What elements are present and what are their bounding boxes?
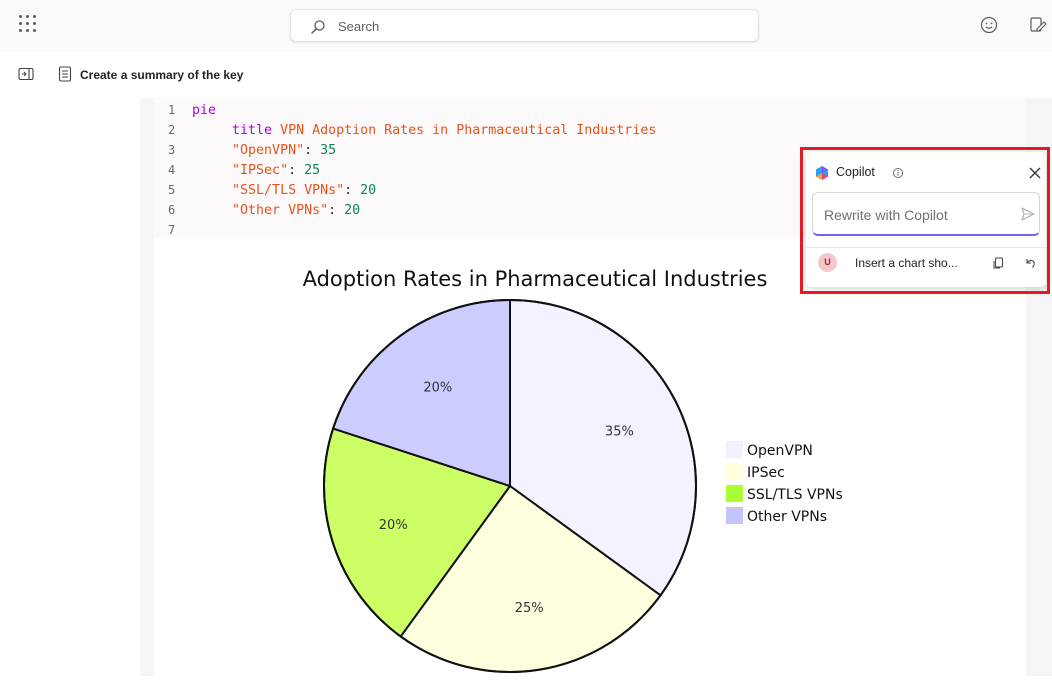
divider bbox=[806, 247, 1046, 248]
code-value: 35 bbox=[320, 143, 337, 158]
search-icon bbox=[311, 20, 325, 34]
line-number: 5 bbox=[168, 183, 176, 197]
copy-icon[interactable] bbox=[992, 256, 1006, 270]
code-key: "IPSec" bbox=[232, 163, 289, 178]
copilot-header: Copilot bbox=[814, 164, 1042, 182]
legend-label: IPSec bbox=[747, 465, 785, 481]
feedback-smiley-icon[interactable] bbox=[978, 14, 1000, 36]
history-prompt-text: Insert a chart sho... bbox=[855, 256, 958, 270]
code-title-text: VPN Adoption Rates in Pharmaceutical Ind… bbox=[280, 123, 657, 138]
code-line: 4 "IPSec": 25 bbox=[168, 160, 656, 180]
legend-label: SSL/TLS VPNs bbox=[747, 487, 843, 503]
copilot-input-placeholder: Rewrite with Copilot bbox=[824, 207, 948, 223]
code-key: "SSL/TLS VPNs" bbox=[232, 183, 345, 198]
copilot-title: Copilot bbox=[836, 165, 875, 179]
copilot-logo-icon bbox=[816, 166, 828, 180]
legend-label: OpenVPN bbox=[747, 443, 813, 459]
legend-swatch bbox=[726, 507, 743, 524]
document-toolbar: Create a summary of the key bbox=[0, 60, 600, 90]
app-launcher-icon[interactable] bbox=[19, 15, 37, 33]
document-title[interactable]: Create a summary of the key bbox=[80, 68, 243, 82]
pie-slice-label: 25% bbox=[515, 601, 544, 616]
code-line: 1 pie bbox=[168, 100, 656, 120]
copilot-history-item[interactable]: U Insert a chart sho... bbox=[806, 252, 1046, 278]
code-value: 25 bbox=[304, 163, 321, 178]
share-edit-icon[interactable] bbox=[1026, 14, 1048, 36]
legend-swatch bbox=[726, 463, 743, 480]
code-key: "OpenVPN" bbox=[232, 143, 305, 158]
send-icon[interactable] bbox=[1020, 206, 1036, 222]
line-number: 1 bbox=[168, 103, 176, 117]
copilot-rewrite-input[interactable]: Rewrite with Copilot bbox=[812, 192, 1040, 236]
search-box[interactable]: Search bbox=[290, 9, 759, 42]
pie-chart: Adoption Rates in Pharmaceutical Industr… bbox=[303, 267, 843, 673]
page-icon bbox=[58, 66, 72, 87]
code-keyword: pie bbox=[192, 103, 217, 118]
code-line: 6 "Other VPNs": 20 bbox=[168, 200, 656, 220]
code-value: 20 bbox=[360, 183, 377, 198]
pie-slice-label: 35% bbox=[605, 424, 634, 439]
search-placeholder: Search bbox=[338, 19, 380, 34]
code-value: 20 bbox=[344, 203, 361, 218]
code-keyword: title bbox=[232, 123, 273, 138]
code-line: 3 "OpenVPN": 35 bbox=[168, 140, 656, 160]
copilot-panel: Copilot Rewrite with Copilot U Insert a … bbox=[806, 152, 1046, 287]
left-margin bbox=[140, 98, 154, 676]
close-icon[interactable] bbox=[1028, 166, 1042, 180]
legend-swatch bbox=[726, 485, 743, 502]
line-number: 7 bbox=[168, 223, 176, 237]
chart-preview: Adoption Rates in Pharmaceutical Industr… bbox=[154, 260, 1026, 676]
code-line: 5 "SSL/TLS VPNs": 20 bbox=[168, 180, 656, 200]
line-number: 3 bbox=[168, 143, 176, 157]
code-line: 2 title VPN Adoption Rates in Pharmaceut… bbox=[168, 120, 656, 140]
top-bar: Search bbox=[0, 0, 1052, 52]
legend-swatch bbox=[726, 441, 743, 458]
code-key: "Other VPNs" bbox=[232, 203, 329, 218]
undo-icon[interactable] bbox=[1023, 256, 1037, 270]
line-number: 6 bbox=[168, 203, 176, 217]
pie-slice-label: 20% bbox=[423, 381, 452, 396]
avatar: U bbox=[818, 253, 837, 272]
line-number: 2 bbox=[168, 123, 176, 137]
pie-slice-label: 20% bbox=[379, 518, 408, 533]
info-icon[interactable] bbox=[892, 167, 904, 179]
collapse-panel-icon[interactable] bbox=[18, 67, 34, 86]
chart-title: Adoption Rates in Pharmaceutical Industr… bbox=[303, 267, 768, 291]
legend-label: Other VPNs bbox=[747, 509, 827, 525]
line-number: 4 bbox=[168, 163, 176, 177]
code-lines: 1 pie 2 title VPN Adoption Rates in Pharm… bbox=[168, 100, 656, 240]
code-line: 7 bbox=[168, 220, 656, 240]
